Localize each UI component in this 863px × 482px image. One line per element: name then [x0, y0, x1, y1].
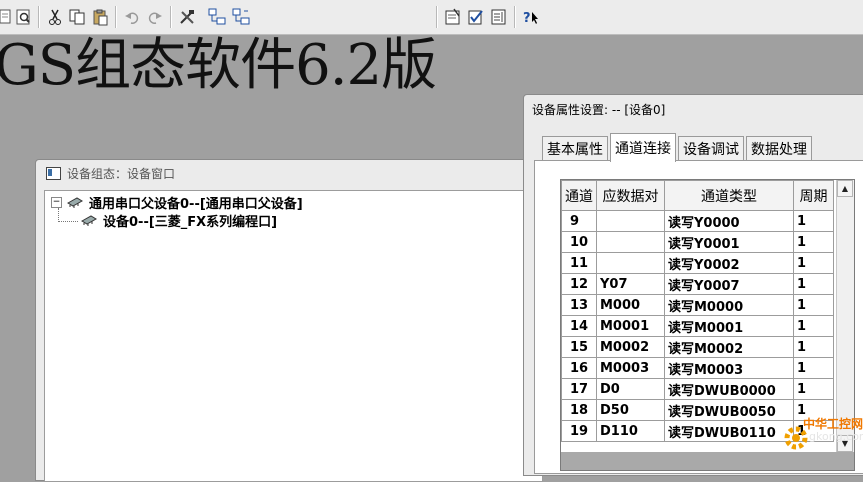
channel-type-cell[interactable]: 读写M0002	[664, 336, 794, 358]
dialog-title: 设备属性设置: -- [设备0]	[532, 103, 666, 117]
period-cell[interactable]: 1	[793, 252, 834, 274]
channel-cell[interactable]: 16	[561, 357, 597, 379]
tree-expand-icon[interactable]	[207, 7, 227, 27]
collapse-toggle-icon[interactable]: −	[51, 196, 62, 208]
check-icon[interactable]	[466, 7, 486, 27]
channel-type-cell[interactable]: 读写DWUB0110	[664, 420, 794, 442]
paste-icon[interactable]	[90, 7, 110, 27]
table-row[interactable]: 15 M0002 读写M0002 1	[561, 336, 834, 358]
tree-collapse-icon[interactable]	[231, 7, 251, 27]
channel-cell[interactable]: 19	[561, 420, 597, 442]
vertical-scrollbar[interactable]: ▲ ▼	[836, 180, 854, 452]
copy-icon[interactable]	[67, 7, 87, 27]
channel-table: 通道 应数据对 通道类型 周期 9 读写Y0000 1 10 读写Y0001 1 11 读写Y…	[561, 180, 834, 442]
window-titlebar[interactable]: 设备组态：设备窗口	[36, 160, 541, 186]
channel-type-cell[interactable]: 读写Y0000	[664, 210, 794, 232]
period-cell[interactable]: 1	[793, 378, 834, 400]
list-icon[interactable]	[489, 7, 509, 27]
channel-cell[interactable]: 14	[561, 315, 597, 337]
watermark-logo: 中华工控网 gkong.com	[781, 413, 863, 461]
data-object-cell[interactable]: M0001	[596, 315, 665, 337]
data-object-cell[interactable]: D110	[596, 420, 665, 442]
data-object-cell[interactable]: M000	[596, 294, 665, 316]
data-object-cell[interactable]	[596, 210, 665, 232]
tree-node-device[interactable]: 设备0--[三菱_FX系列编程口]	[80, 211, 278, 230]
table-row[interactable]: 13 M000 读写M0000 1	[561, 294, 834, 316]
data-object-cell[interactable]: Y07	[596, 273, 665, 295]
device-chip-icon	[81, 215, 97, 226]
table-row[interactable]: 17 D0 读写DWUB0000 1	[561, 378, 834, 400]
help-icon[interactable]: ?	[521, 7, 541, 27]
period-cell[interactable]: 1	[793, 357, 834, 379]
data-object-cell[interactable]: D50	[596, 399, 665, 421]
overlay-title: GS组态软件6.2版	[0, 33, 437, 98]
table-row[interactable]: 9 读写Y0000 1	[561, 210, 834, 232]
data-object-cell[interactable]: D0	[596, 378, 665, 400]
period-cell[interactable]: 1	[793, 210, 834, 232]
channel-type-cell[interactable]: 读写Y0007	[664, 273, 794, 295]
channel-type-cell[interactable]: 读写M0001	[664, 315, 794, 337]
channel-type-cell[interactable]: 读写Y0002	[664, 252, 794, 274]
cut-icon[interactable]	[45, 7, 65, 27]
channel-cell[interactable]: 10	[561, 231, 597, 253]
device-tree: − 通用串口父设备0--[通用串口父设备] 设备0--[三菱_FX系列编程口]	[44, 190, 543, 482]
period-cell[interactable]: 1	[793, 273, 834, 295]
scroll-up-icon[interactable]: ▲	[837, 180, 853, 197]
table-header-row: 通道 应数据对 通道类型 周期	[561, 180, 834, 211]
tab-channel-connection[interactable]: 通道连接	[610, 133, 676, 162]
tab-device-debug[interactable]: 设备调试	[678, 136, 744, 161]
tab-strip: 基本属性 通道连接 设备调试 数据处理	[542, 133, 814, 162]
channel-type-cell[interactable]: 读写DWUB0050	[664, 399, 794, 421]
column-header-period[interactable]: 周期	[793, 180, 834, 211]
data-object-cell[interactable]	[596, 252, 665, 274]
column-header-channel[interactable]: 通道	[561, 180, 597, 211]
window-title: 设备组态：设备窗口	[67, 166, 176, 181]
zoom-preview-icon[interactable]	[14, 7, 34, 27]
period-cell[interactable]: 1	[793, 294, 834, 316]
tree-node-label: 设备0--[三菱_FX系列编程口]	[103, 214, 278, 230]
svg-text:?: ?	[523, 11, 531, 26]
device-properties-dialog: 设备属性设置: -- [设备0] 基本属性 通道连接 设备调试 数据处理 通道 …	[523, 94, 863, 476]
channel-cell[interactable]: 13	[561, 294, 597, 316]
properties-icon[interactable]	[443, 7, 463, 27]
table-row[interactable]: 12 Y07 读写Y0007 1	[561, 273, 834, 295]
channel-type-cell[interactable]: 读写M0003	[664, 357, 794, 379]
tab-data-processing[interactable]: 数据处理	[746, 136, 812, 161]
undo-icon[interactable]	[122, 7, 142, 27]
device-chip-icon	[67, 197, 83, 208]
period-cell[interactable]: 1	[793, 315, 834, 337]
window-icon	[46, 166, 61, 180]
tab-basic-properties[interactable]: 基本属性	[542, 136, 608, 161]
tree-node-parent-device[interactable]: − 通用串口父设备0--[通用串口父设备]	[51, 193, 303, 212]
period-cell[interactable]: 1	[793, 336, 834, 358]
channel-type-cell[interactable]: 读写DWUB0000	[664, 378, 794, 400]
column-header-data-object[interactable]: 应数据对	[596, 180, 665, 211]
watermark-subtext: gkong.com	[809, 430, 863, 443]
redo-icon[interactable]	[145, 7, 165, 27]
table-row[interactable]: 10 读写Y0001 1	[561, 231, 834, 253]
channel-cell[interactable]: 15	[561, 336, 597, 358]
channel-type-cell[interactable]: 读写Y0001	[664, 231, 794, 253]
table-row[interactable]: 16 M0003 读写M0003 1	[561, 357, 834, 379]
channel-cell[interactable]: 17	[561, 378, 597, 400]
table-row[interactable]: 11 读写Y0002 1	[561, 252, 834, 274]
device-config-window: 设备组态：设备窗口 − 通用串口父设备0--[通用串口父设备] 设备0--[三菱…	[35, 159, 543, 482]
channel-cell[interactable]: 11	[561, 252, 597, 274]
channel-cell[interactable]: 9	[561, 210, 597, 232]
column-header-channel-type[interactable]: 通道类型	[664, 180, 794, 211]
period-cell[interactable]: 1	[793, 231, 834, 253]
channel-cell[interactable]: 18	[561, 399, 597, 421]
data-object-cell[interactable]: M0003	[596, 357, 665, 379]
channel-cell[interactable]: 12	[561, 273, 597, 295]
channel-type-cell[interactable]: 读写M0000	[664, 294, 794, 316]
tree-node-label: 通用串口父设备0--[通用串口父设备]	[89, 196, 303, 212]
data-object-cell[interactable]	[596, 231, 665, 253]
table-row[interactable]: 14 M0001 读写M0001 1	[561, 315, 834, 337]
tools-icon[interactable]	[177, 7, 197, 27]
data-object-cell[interactable]: M0002	[596, 336, 665, 358]
